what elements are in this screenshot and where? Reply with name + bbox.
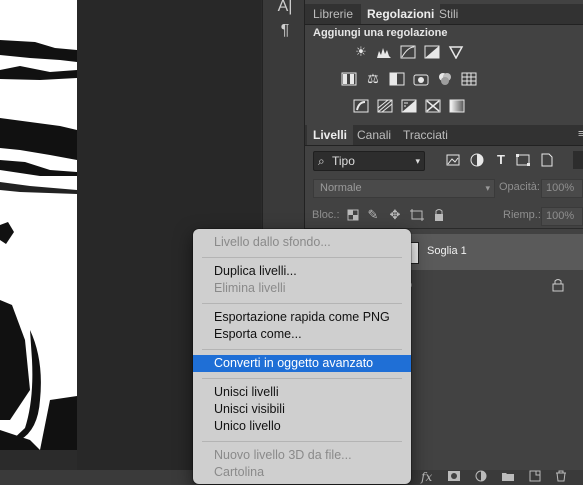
gradient-map-icon[interactable]: [449, 99, 465, 113]
menu-item-duplicate-layers[interactable]: Duplica livelli...: [193, 263, 411, 280]
brightness-contrast-icon[interactable]: ☀: [353, 45, 369, 59]
menu-separator: [202, 441, 402, 442]
opacity-value: 100%: [546, 182, 575, 194]
threshold-icon[interactable]: [401, 99, 417, 113]
tab-channels[interactable]: Canali: [351, 125, 397, 145]
fill-value: 100%: [546, 210, 575, 222]
delete-layer-icon[interactable]: [555, 470, 567, 484]
channel-mixer-icon[interactable]: [437, 72, 453, 86]
filter-adjustment-icon[interactable]: [469, 153, 485, 167]
lock-all-icon[interactable]: [431, 208, 447, 222]
layer-filter-select[interactable]: ⌕ Tipo ▾: [313, 151, 425, 171]
menu-item-export-as[interactable]: Esporta come...: [193, 326, 411, 343]
menu-item-merge-layers[interactable]: Unisci livelli: [193, 384, 411, 401]
fill-label: Riemp.:: [503, 209, 541, 221]
tab-libraries[interactable]: Librerie: [307, 4, 359, 24]
menu-item-convert-smart-object[interactable]: Converti in oggetto avanzato: [193, 355, 411, 372]
filter-shape-icon[interactable]: [515, 153, 531, 167]
document-canvas: [0, 0, 77, 450]
menu-item-postcard[interactable]: Cartolina: [193, 464, 411, 481]
black-white-icon[interactable]: [389, 72, 405, 86]
menu-separator: [202, 349, 402, 350]
character-panel-icon[interactable]: A|: [276, 0, 294, 16]
menu-item-merge-visible[interactable]: Unisci visibili: [193, 401, 411, 418]
hue-saturation-icon[interactable]: [341, 72, 357, 86]
adjustments-title: Aggiungi una regolazione: [313, 27, 448, 39]
photo-filter-icon[interactable]: [413, 72, 429, 86]
tab-layers[interactable]: Livelli: [307, 125, 354, 145]
fill-field[interactable]: 100%: [541, 207, 583, 226]
new-group-icon[interactable]: [501, 470, 515, 484]
lock-position-icon[interactable]: ✥: [387, 208, 403, 222]
add-mask-icon[interactable]: [447, 470, 461, 484]
tab-paths[interactable]: Tracciati: [397, 125, 454, 145]
paragraph-panel-icon[interactable]: ¶: [276, 22, 294, 40]
menu-item-layer-from-background[interactable]: Livello dallo sfondo...: [193, 234, 411, 251]
menu-item-quick-export-png[interactable]: Esportazione rapida come PNG: [193, 309, 411, 326]
blend-mode-value: Normale: [320, 182, 362, 194]
levels-icon[interactable]: [376, 45, 392, 59]
lock-pixels-icon[interactable]: ✎: [365, 208, 381, 222]
menu-separator: [202, 303, 402, 304]
chevron-down-icon: ▾: [415, 156, 420, 166]
menu-separator: [202, 257, 402, 258]
tab-adjustments[interactable]: Regolazioni: [361, 4, 441, 24]
blend-mode-select[interactable]: Normale ▾: [313, 179, 495, 198]
new-adjustment-icon[interactable]: [475, 470, 487, 484]
color-balance-icon[interactable]: ⚖: [365, 72, 381, 86]
vibrance-icon[interactable]: [448, 45, 464, 59]
invert-icon[interactable]: [353, 99, 369, 113]
exposure-icon[interactable]: [424, 45, 440, 59]
opacity-label: Opacità:: [499, 181, 540, 193]
chevron-down-icon: ▾: [485, 183, 490, 193]
selective-color-icon[interactable]: [425, 99, 441, 113]
lock-artboard-icon[interactable]: [409, 208, 425, 222]
new-layer-icon[interactable]: [529, 470, 541, 484]
color-lookup-icon[interactable]: [461, 72, 477, 86]
adjustments-tabbar: Librerie Regolazioni Stili: [305, 4, 583, 25]
lock-label: Bloc.:: [312, 209, 340, 221]
filter-smart-object-icon[interactable]: [539, 153, 555, 167]
tab-styles[interactable]: Stili: [433, 4, 464, 24]
menu-item-flatten-image[interactable]: Unico livello: [193, 418, 411, 435]
filter-type-icon[interactable]: T: [493, 153, 509, 167]
filter-pixel-icon[interactable]: [445, 153, 461, 167]
layers-tabbar: Livelli Canali Tracciati ≡: [305, 125, 583, 146]
lock-icon: [552, 278, 564, 295]
layer-filter-label: Tipo: [332, 154, 355, 168]
fx-icon[interactable]: fx: [421, 470, 432, 484]
panel-menu-icon[interactable]: ≡: [578, 128, 583, 140]
lock-transparency-icon[interactable]: [345, 208, 361, 222]
layer-context-menu: Livello dallo sfondo... Duplica livelli.…: [193, 229, 411, 484]
menu-separator: [202, 378, 402, 379]
curves-icon[interactable]: [400, 45, 416, 59]
menu-item-new-3d-layer[interactable]: Nuovo livello 3D da file...: [193, 447, 411, 464]
posterize-icon[interactable]: [377, 99, 393, 113]
filter-toggle[interactable]: [573, 151, 583, 169]
opacity-field[interactable]: 100%: [541, 179, 583, 198]
layer-name: Soglia 1: [427, 245, 467, 257]
search-icon: ⌕: [318, 154, 325, 168]
menu-item-delete-layers[interactable]: Elimina livelli: [193, 280, 411, 297]
